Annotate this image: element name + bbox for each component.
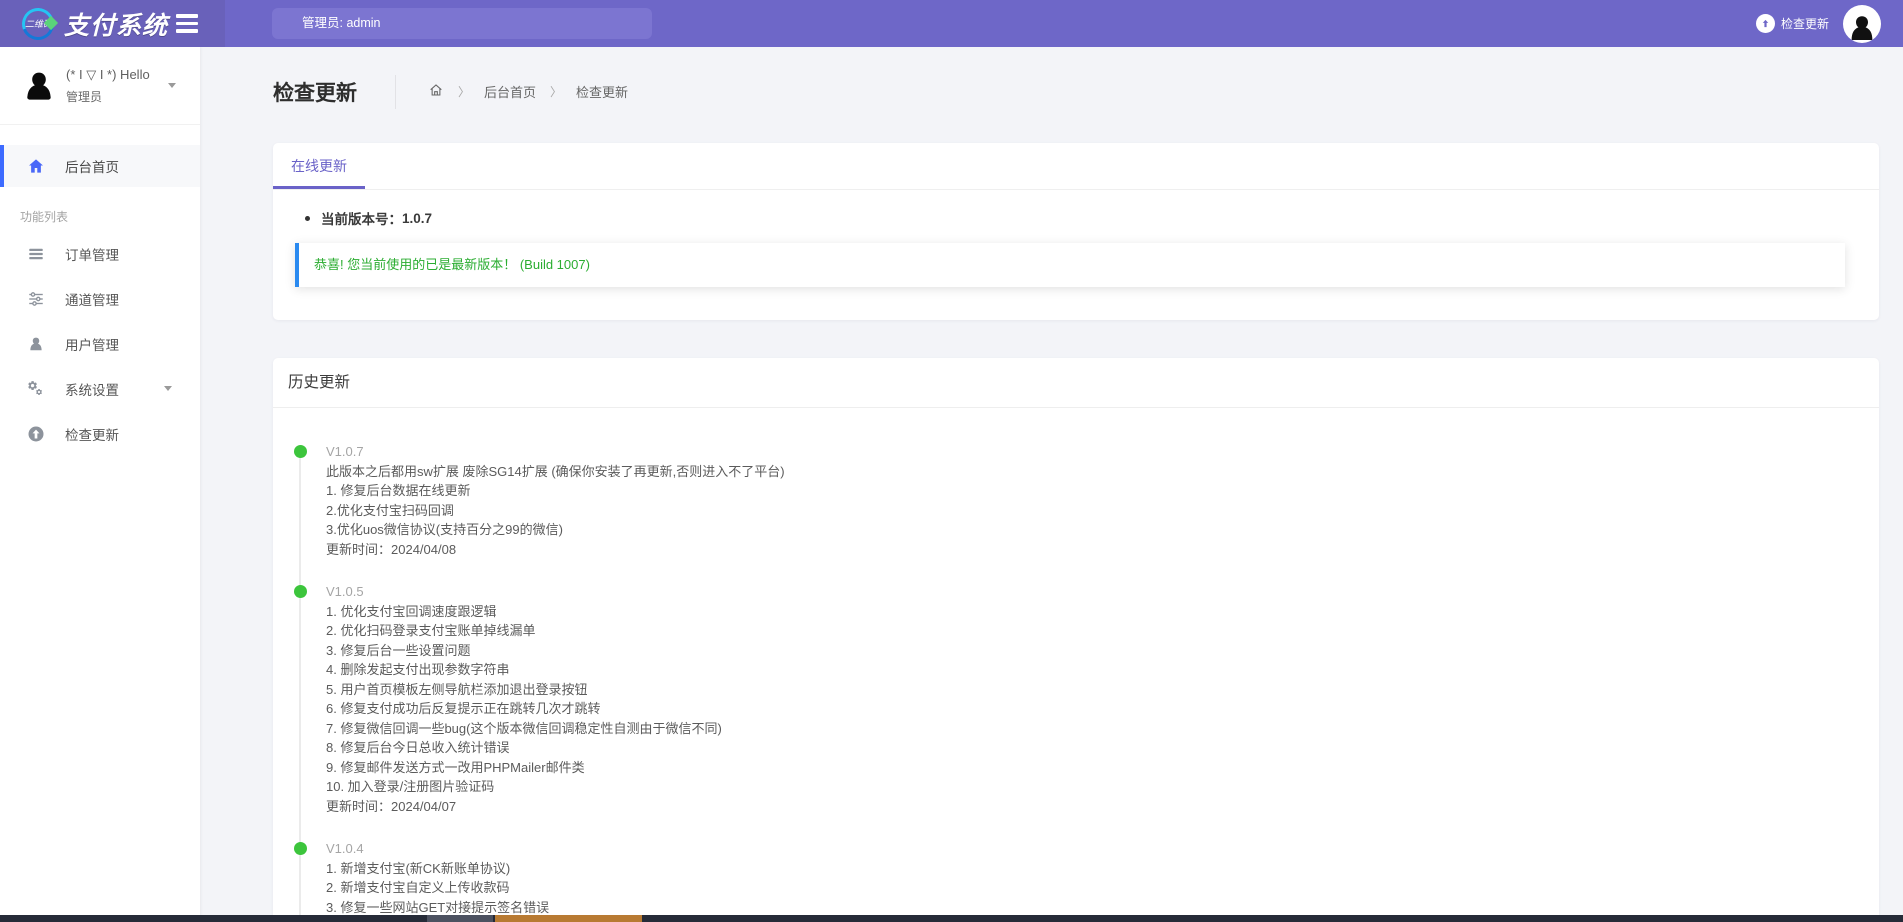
history-entry-line: 更新时间：2024/04/08 bbox=[326, 540, 1879, 560]
tab-bar: 在线更新 bbox=[273, 143, 1879, 190]
page-title: 检查更新 bbox=[273, 77, 357, 107]
breadcrumb-separator: 〉 bbox=[550, 83, 562, 100]
bottom-bar bbox=[0, 915, 1903, 922]
history-timeline: V1.0.7 此版本之后都用sw扩展 废除SG14扩展 (确保你安装了再更新,否… bbox=[273, 408, 1879, 922]
history-entry: V1.0.5 1. 优化支付宝回调速度跟逻辑 2. 优化扫码登录支付宝账单掉线漏… bbox=[273, 582, 1879, 816]
sidebar-item-home[interactable]: 后台首页 bbox=[0, 145, 200, 187]
sidebar-section-label: 功能列表 bbox=[0, 203, 200, 231]
breadcrumb-item-current: 检查更新 bbox=[576, 82, 628, 101]
history-entry-line: 10. 加入登录/注册图片验证码 bbox=[326, 777, 1879, 797]
history-entry: V1.0.4 1. 新增支付宝(新CK新账单协议) 2. 新增支付宝自定义上传收… bbox=[273, 839, 1879, 922]
page-header: 检查更新 〉 后台首页 〉 检查更新 bbox=[273, 69, 628, 114]
logo[interactable]: 二维码 支付系统 bbox=[0, 0, 225, 47]
profile-role: 管理员 bbox=[66, 88, 150, 105]
home-icon bbox=[27, 157, 45, 175]
sidebar-item-orders[interactable]: 订单管理 bbox=[0, 231, 200, 276]
history-entry-line: 2.优化支付宝扫码回调 bbox=[326, 501, 1879, 521]
sidebar-item-settings[interactable]: 系统设置 bbox=[0, 366, 200, 411]
history-entry-line: 1. 修复后台数据在线更新 bbox=[326, 481, 1879, 501]
sidebar-item-channels[interactable]: 通道管理 bbox=[0, 276, 200, 321]
history-entry-line: 8. 修复后台今日总收入统计错误 bbox=[326, 738, 1879, 758]
avatar bbox=[22, 69, 56, 103]
bottom-bar-orange-segment[interactable] bbox=[495, 915, 642, 922]
history-card-title: 历史更新 bbox=[273, 358, 1879, 408]
history-entry: V1.0.7 此版本之后都用sw扩展 废除SG14扩展 (确保你安装了再更新,否… bbox=[273, 442, 1879, 559]
history-entry-lines: 1. 优化支付宝回调速度跟逻辑 2. 优化扫码登录支付宝账单掉线漏单 3. 修复… bbox=[326, 602, 1879, 817]
check-update-button[interactable]: 检查更新 bbox=[1756, 14, 1829, 33]
history-entry-line: 7. 修复微信回调一些bug(这个版本微信回调稳定性自测由于微信不同) bbox=[326, 719, 1879, 739]
list-icon bbox=[27, 245, 45, 263]
profile-greeting: (* I ▽ I *) Hello bbox=[66, 67, 150, 83]
logo-title: 支付系统 bbox=[64, 6, 168, 42]
admin-chip: 管理员: admin bbox=[272, 8, 652, 39]
home-icon[interactable] bbox=[428, 82, 444, 101]
history-entry-version: V1.0.5 bbox=[326, 582, 1879, 602]
history-entry-line: 此版本之后都用sw扩展 废除SG14扩展 (确保你安装了再更新,否则进入不了平台… bbox=[326, 462, 1879, 482]
hamburger-menu-icon[interactable] bbox=[176, 14, 198, 33]
divider bbox=[395, 75, 396, 109]
sidebar-item-users[interactable]: 用户管理 bbox=[0, 321, 200, 366]
user-icon bbox=[27, 335, 45, 353]
sidebar-item-label: 系统设置 bbox=[65, 379, 119, 399]
history-entry-line: 3.优化uos微信协议(支持百分之99的微信) bbox=[326, 520, 1879, 540]
history-entry-version: V1.0.4 bbox=[326, 839, 1879, 859]
history-entry-line: 1. 优化支付宝回调速度跟逻辑 bbox=[326, 602, 1879, 622]
logo-qr-badge-icon: 二维码 bbox=[22, 8, 54, 40]
tab-active-underline bbox=[273, 186, 365, 189]
breadcrumb-item-home[interactable]: 后台首页 bbox=[484, 82, 536, 101]
history-entry-line: 2. 优化扫码登录支付宝账单掉线漏单 bbox=[326, 621, 1879, 641]
tab-online-update[interactable]: 在线更新 bbox=[273, 143, 365, 189]
check-update-button-label: 检查更新 bbox=[1781, 15, 1829, 32]
history-card: 历史更新 V1.0.7 此版本之后都用sw扩展 废除SG14扩展 (确保你安装了… bbox=[273, 358, 1879, 922]
gear-icon bbox=[27, 380, 45, 398]
admin-chip-label: 管理员: admin bbox=[302, 16, 381, 30]
avatar[interactable] bbox=[1843, 5, 1881, 43]
topbar: 二维码 支付系统 管理员: admin 检查更新 bbox=[0, 0, 1903, 47]
main-content: 检查更新 〉 后台首页 〉 检查更新 在线更新 当前版本号： 1.0.7 恭喜!… bbox=[200, 47, 1903, 922]
chevron-down-icon bbox=[164, 386, 172, 391]
history-entry-line: 9. 修复邮件发送方式一改用PHPMailer邮件类 bbox=[326, 758, 1879, 778]
history-entry-version: V1.0.7 bbox=[326, 442, 1879, 462]
sidebar-item-check-update[interactable]: 检查更新 bbox=[0, 411, 200, 456]
timeline-dot-icon bbox=[294, 445, 307, 458]
online-update-card: 在线更新 当前版本号： 1.0.7 恭喜! 您当前使用的已是最新版本！ (Bui… bbox=[273, 143, 1879, 320]
breadcrumb: 〉 后台首页 〉 检查更新 bbox=[428, 82, 628, 101]
timeline-dot-icon bbox=[294, 842, 307, 855]
history-entry-lines: 此版本之后都用sw扩展 废除SG14扩展 (确保你安装了再更新,否则进入不了平台… bbox=[326, 462, 1879, 560]
arrow-up-circle-icon bbox=[1756, 14, 1775, 33]
timeline-dot-icon bbox=[294, 585, 307, 598]
chevron-down-icon bbox=[168, 83, 176, 88]
history-entry-line: 6. 修复支付成功后反复提示正在跳转几次才跳转 bbox=[326, 699, 1879, 719]
current-version-line: 当前版本号： 1.0.7 bbox=[305, 208, 1849, 228]
history-entry-line: 3. 修复后台一些设置问题 bbox=[326, 641, 1879, 661]
current-version-value: 1.0.7 bbox=[402, 211, 432, 226]
sidebar-item-label: 通道管理 bbox=[65, 289, 119, 309]
history-entry-line: 4. 删除发起支付出现参数字符串 bbox=[326, 660, 1879, 680]
latest-version-notice: 恭喜! 您当前使用的已是最新版本！ (Build 1007) bbox=[295, 243, 1845, 287]
latest-version-notice-text: 恭喜! 您当前使用的已是最新版本！ (Build 1007) bbox=[314, 257, 590, 272]
history-entry-line: 2. 新增支付宝自定义上传收款码 bbox=[326, 878, 1879, 898]
history-entry-line: 更新时间：2024/04/07 bbox=[326, 797, 1879, 817]
topbar-right: 检查更新 bbox=[1756, 0, 1881, 47]
bottom-bar-gray-segment bbox=[427, 915, 493, 922]
sidebar-item-label: 后台首页 bbox=[65, 156, 119, 176]
history-entry-lines: 1. 新增支付宝(新CK新账单协议) 2. 新增支付宝自定义上传收款码 3. 修… bbox=[326, 859, 1879, 922]
sliders-icon bbox=[27, 290, 45, 308]
sidebar-item-label: 订单管理 bbox=[65, 244, 119, 264]
history-entry-line: 5. 用户首页模板左侧导航栏添加退出登录按钮 bbox=[326, 680, 1879, 700]
current-version-label: 当前版本号： bbox=[321, 208, 402, 228]
arrow-up-circle-icon bbox=[27, 425, 45, 443]
sidebar-item-label: 用户管理 bbox=[65, 334, 119, 354]
breadcrumb-separator: 〉 bbox=[458, 83, 470, 100]
sidebar: (* I ▽ I *) Hello 管理员 后台首页 功能列表 订单管理 通道管… bbox=[0, 47, 200, 922]
sidebar-profile[interactable]: (* I ▽ I *) Hello 管理员 bbox=[0, 47, 200, 125]
history-entry-line: 1. 新增支付宝(新CK新账单协议) bbox=[326, 859, 1879, 879]
sidebar-item-label: 检查更新 bbox=[65, 424, 119, 444]
